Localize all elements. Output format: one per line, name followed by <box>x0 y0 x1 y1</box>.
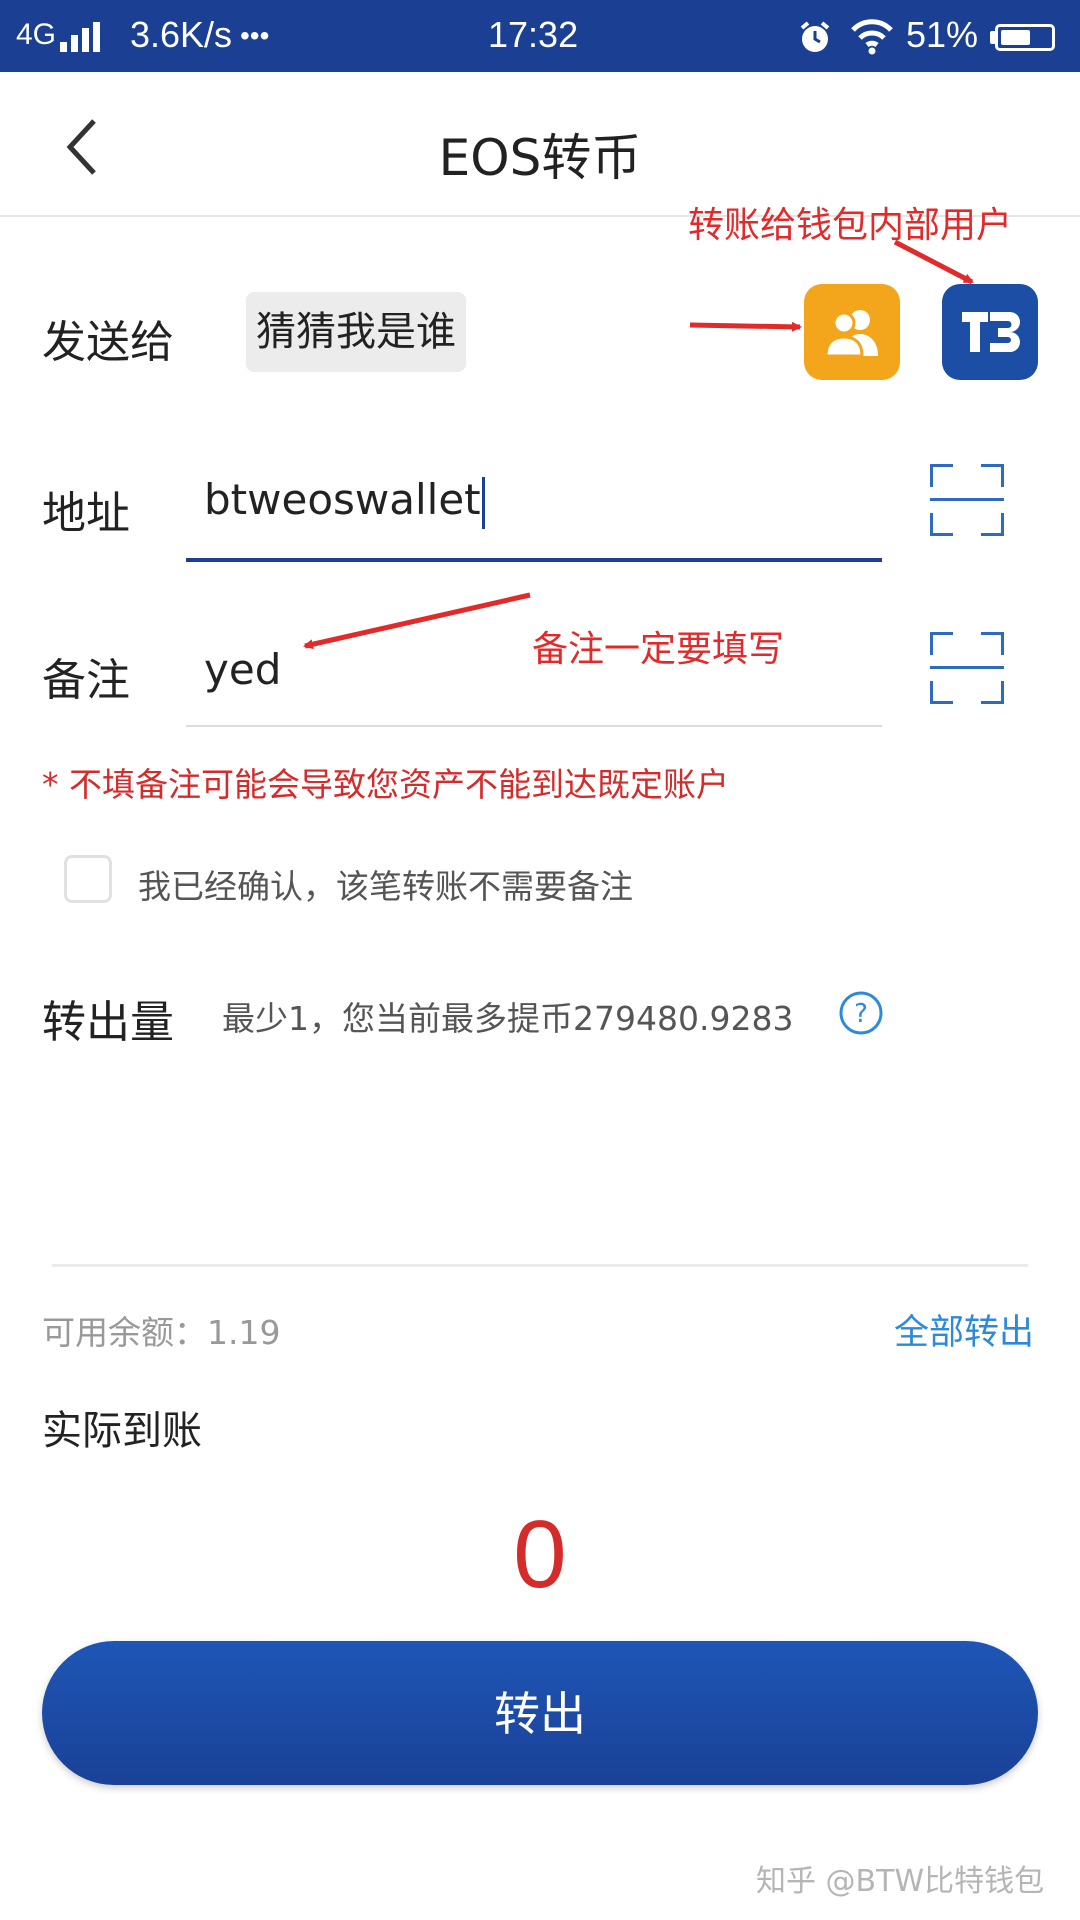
status-bar: 4G 3.6K/s ••• 17:32 51% <box>0 0 1080 72</box>
confirm-no-memo-label: 我已经确认，该笔转账不需要备注 <box>138 867 633 906</box>
alarm-icon <box>800 21 830 52</box>
address-label: 地址 <box>42 488 130 539</box>
page-title: EOS转币 <box>438 129 642 187</box>
help-icon[interactable]: ? <box>838 990 884 1036</box>
memo-warning: * 不填备注可能会导致您资产不能到达既定账户 <box>42 765 729 804</box>
annotation-internal-user: 转账给钱包内部用户 <box>688 205 1013 246</box>
network-speed: 3.6K/s <box>130 14 233 55</box>
divider <box>52 1264 1028 1267</box>
contacts-button[interactable] <box>804 284 900 380</box>
signal-icon <box>60 22 110 52</box>
send-to-label: 发送给 <box>42 317 174 368</box>
wifi-icon <box>851 19 893 55</box>
memo-input[interactable]: yed <box>204 645 281 694</box>
btw-wallet-user-button[interactable] <box>942 284 1038 380</box>
text-cursor <box>481 476 485 529</box>
watermark: 知乎 @BTW比特钱包 <box>756 1864 1045 1899</box>
address-underline <box>186 558 882 562</box>
svg-text:?: ? <box>854 999 868 1029</box>
memo-underline <box>186 725 882 727</box>
transfer-all-link[interactable]: 全部转出 <box>894 1304 1034 1355</box>
available-balance: 可用余额：1.19 <box>42 1313 281 1352</box>
scan-qr-memo-icon[interactable] <box>930 632 1004 704</box>
btw-logo-icon <box>962 312 1020 352</box>
battery-percent: 51% <box>906 14 979 55</box>
amount-input[interactable]: 最少1，您当前最多提币279480.9283 <box>222 992 793 1040</box>
more-dots: ••• <box>240 20 270 51</box>
transfer-out-button[interactable]: 转出 <box>42 1641 1038 1785</box>
amount-label: 转出量 <box>42 997 174 1048</box>
address-input[interactable]: btweoswallet <box>204 475 485 529</box>
annotation-arrows <box>303 239 974 650</box>
contacts-icon <box>824 310 878 358</box>
status-time: 17:32 <box>488 14 579 55</box>
memo-label: 备注 <box>42 655 130 706</box>
address-value: btweoswallet <box>204 475 481 524</box>
battery-icon <box>995 24 1055 51</box>
actual-received-label: 实际到账 <box>42 1408 202 1454</box>
confirm-no-memo-checkbox[interactable] <box>64 855 112 903</box>
network-type: 4G <box>16 18 57 51</box>
recipient-chip[interactable]: 猜猜我是谁 <box>246 292 466 372</box>
scan-qr-address-icon[interactable] <box>930 464 1004 536</box>
actual-received-value: 0 <box>513 1501 567 1608</box>
annotation-memo-required: 备注一定要填写 <box>532 629 785 670</box>
